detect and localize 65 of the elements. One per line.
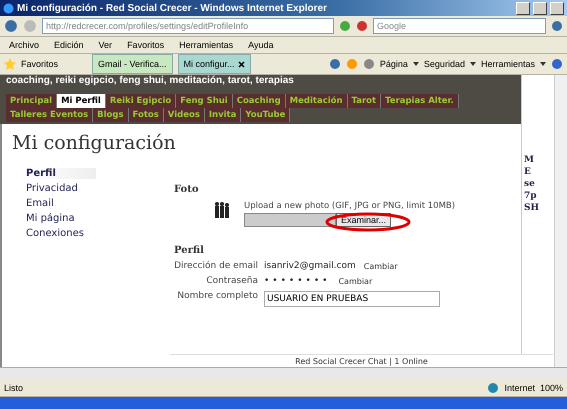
menu-item[interactable]: Ver	[94, 40, 118, 50]
sidebar-text: SH	[524, 203, 540, 213]
nav-tab[interactable]: Principal	[6, 94, 58, 108]
chat-bar[interactable]: Red Social Crecer Chat | 1 Online	[170, 354, 553, 367]
page-heading: Mi configuración	[12, 132, 177, 154]
status-text: Listo	[4, 383, 24, 393]
section-heading: Perfil	[174, 245, 205, 256]
menu-item[interactable]: Favoritos	[122, 40, 170, 50]
settings-link[interactable]: Mi página	[26, 213, 75, 224]
upload-hint: Upload a new photo (GIF, JPG or PNG, limit 10MB)	[244, 201, 456, 211]
menu-item[interactable]: Archivo	[4, 40, 44, 50]
caret-icon[interactable]	[540, 62, 546, 66]
vertical-scrollbar[interactable]	[554, 75, 567, 367]
favorites-button[interactable]: Favoritos	[21, 59, 58, 69]
nav-tab[interactable]: Mi Perfil	[57, 94, 106, 108]
sidebar-text: se	[524, 179, 536, 189]
site-tagline: coaching, reiki egipcio, feng shui, meditación, tarot, terapias	[6, 75, 295, 86]
command-menu[interactable]: Página	[380, 59, 408, 69]
menu-item[interactable]: Edición	[49, 40, 89, 50]
browser-tab[interactable]: Mi configur...	[178, 54, 251, 74]
nav-tab[interactable]: Tarot	[348, 94, 382, 108]
field-label: Nombre completo	[176, 291, 258, 301]
change-link[interactable]: Cambiar	[338, 276, 372, 286]
nav-tab[interactable]: Talleres Eventos	[6, 108, 94, 122]
menu-item[interactable]: Ayuda	[243, 40, 278, 50]
field-label: Dirección de email	[174, 261, 258, 271]
caret-icon[interactable]	[470, 62, 476, 66]
close-icon[interactable]	[238, 60, 245, 68]
star-icon[interactable]	[4, 58, 16, 70]
people-icon	[214, 201, 230, 219]
settings-link[interactable]: Privacidad	[26, 183, 78, 194]
browser-tab[interactable]: Gmail - Verifica...	[92, 54, 173, 74]
command-menu[interactable]: Seguridad	[424, 59, 465, 69]
field-label: Contraseña	[205, 276, 258, 286]
name-field[interactable]: USUARIO EN PRUEBAS	[264, 291, 440, 307]
window-title: Mi configuración - Red Social Crecer - Windows Internet Explorer	[17, 2, 328, 14]
nav-tab[interactable]: Invita	[204, 108, 242, 122]
nav-tab[interactable]: Fotos	[128, 108, 164, 122]
search-field[interactable]: Google	[373, 18, 546, 34]
sidebar-text: M	[524, 155, 535, 165]
sidebar-text: 7p	[524, 191, 538, 201]
nav-tab[interactable]: Blogs	[93, 108, 129, 122]
nav-tab[interactable]: Terapias Alter.	[381, 94, 459, 108]
file-field[interactable]	[244, 213, 336, 227]
nav-tab[interactable]: YouTube	[241, 108, 290, 122]
section-heading: Foto	[174, 184, 200, 195]
nav-tab[interactable]: Reiki Egipcio	[106, 94, 176, 108]
nav-tab[interactable]: Coaching	[232, 94, 286, 108]
change-link[interactable]: Cambiar	[364, 262, 398, 270]
field-value: isanriv2@gmail.com	[264, 261, 356, 271]
settings-link[interactable]: Conexiones	[26, 228, 84, 239]
command-menu[interactable]: Herramientas	[480, 59, 535, 69]
zone-label: Internet	[504, 383, 535, 393]
menu-item[interactable]: Herramientas	[174, 40, 238, 50]
nav-tab[interactable]: Feng Shui	[176, 94, 233, 108]
nav-tab[interactable]: Meditación	[286, 94, 348, 108]
nav-tab[interactable]: Videos	[164, 108, 205, 122]
settings-link[interactable]: Perfil	[26, 168, 96, 179]
zoom-control[interactable]: 100%	[540, 383, 563, 393]
horizontal-scrollbar[interactable]	[0, 367, 567, 380]
sidebar-text: E	[524, 167, 532, 177]
settings-link[interactable]: Email	[26, 198, 54, 209]
caret-icon[interactable]	[412, 62, 419, 66]
address-field[interactable]: http://redcrecer.com/profiles/settings/editProfileInfo	[42, 18, 334, 34]
field-value: ••••••••	[264, 276, 330, 286]
